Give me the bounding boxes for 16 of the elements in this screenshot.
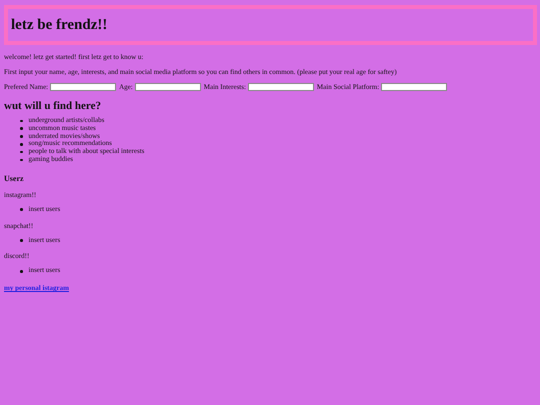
bullet-icon [20,270,22,273]
bullet-icon [20,150,22,154]
bullet-icon [20,143,22,146]
bullet-icon [20,135,22,138]
input-field[interactable] [134,83,201,91]
input-field[interactable] [381,83,448,91]
section-heading: wut will u find here? [4,100,102,112]
input-field[interactable] [248,83,314,91]
bullet-icon [20,239,22,242]
bullet-icon [20,158,22,162]
page-title: letz be frendz!! [11,16,108,34]
section-heading: Userz [4,174,25,183]
input-field[interactable] [50,83,116,91]
bullet-icon [20,120,22,122]
bullet-icon [20,208,22,211]
bullet-icon [20,127,22,130]
